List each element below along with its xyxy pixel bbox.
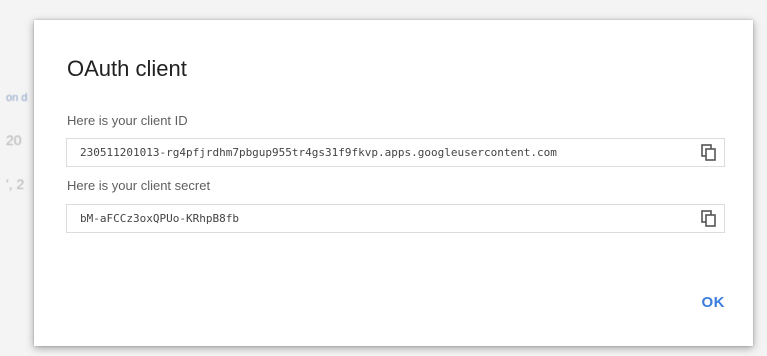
ok-button[interactable]: OK xyxy=(698,292,730,313)
copy-client-secret-button[interactable] xyxy=(698,208,720,230)
dialog-title: OAuth client xyxy=(67,56,187,81)
client-secret-field[interactable]: bM-aFCCz3oxQPUo-KRhpB8fb xyxy=(66,204,725,233)
copy-icon xyxy=(701,210,716,227)
oauth-client-dialog: OAuth client Here is your client ID 2305… xyxy=(34,20,753,346)
background-text-fragment: 20 xyxy=(6,132,22,148)
client-id-value[interactable]: 230511201013-rg4pfjrdhm7pbgup955tr4gs31f… xyxy=(80,139,694,166)
client-secret-value[interactable]: bM-aFCCz3oxQPUo-KRhpB8fb xyxy=(80,205,694,232)
client-secret-label: Here is your client secret xyxy=(67,178,211,193)
copy-icon xyxy=(701,144,716,161)
background-text-fragment: on d xyxy=(6,92,28,104)
copy-client-id-button[interactable] xyxy=(698,142,720,164)
client-id-label: Here is your client ID xyxy=(67,113,188,128)
background-text-fragment: ', 2 xyxy=(6,176,25,192)
client-id-field[interactable]: 230511201013-rg4pfjrdhm7pbgup955tr4gs31f… xyxy=(66,138,725,167)
